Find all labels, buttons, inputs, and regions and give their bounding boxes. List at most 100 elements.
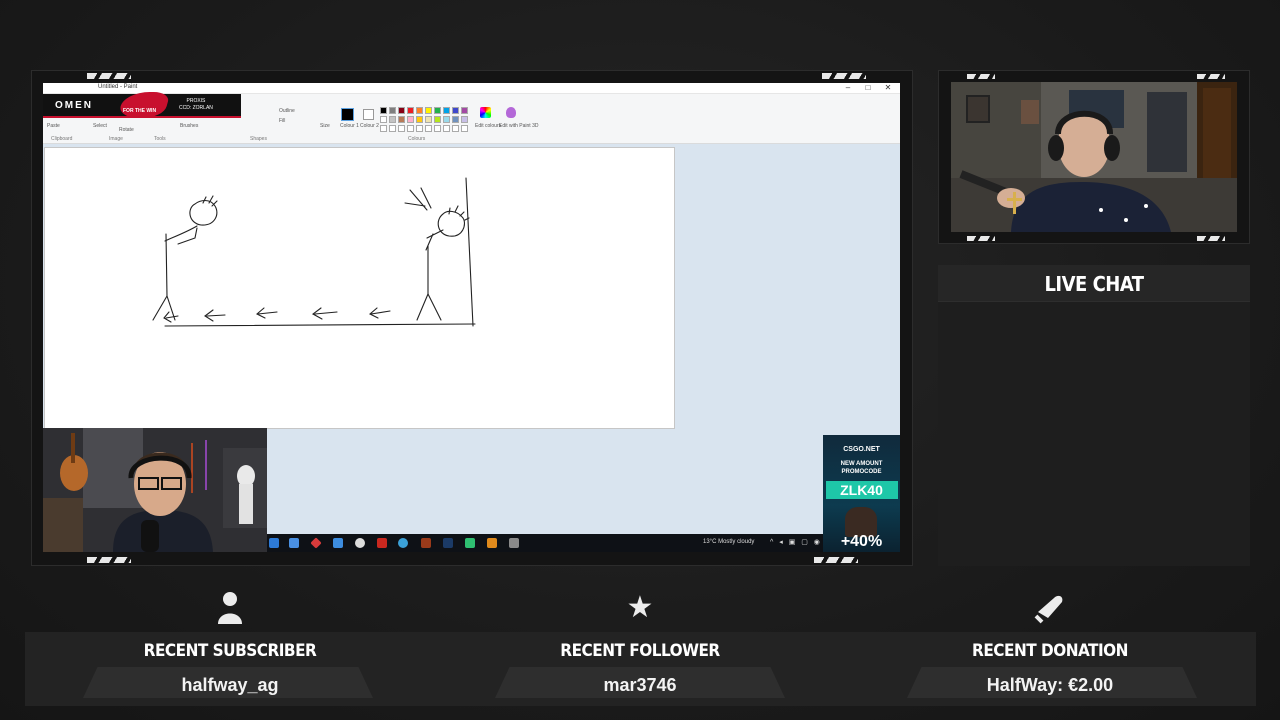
promo-percent: +40% [840,533,883,550]
fill-button[interactable]: Fill [279,118,285,124]
frame-decoration [1197,236,1225,241]
color-swatch[interactable] [452,116,459,123]
recent-follower-block: ★ RECENT FOLLOWER mar3746 [435,591,845,706]
edit-colours-icon[interactable] [480,107,491,118]
size-button[interactable]: Size [320,123,330,129]
app-icon[interactable] [487,538,497,548]
recent-events-bar: RECENT SUBSCRIBER halfway_ag ★ RECENT FO… [25,591,1256,706]
recent-donation-value: HalfWay: €2.00 [986,675,1114,695]
select-button[interactable]: Select [93,123,107,129]
color-swatch[interactable] [407,116,414,123]
edit-colours-button[interactable]: Edit colours [475,123,501,129]
paint-3d-button[interactable]: Edit with Paint 3D [499,123,538,129]
sponsor-tagline: FOR THE WIN [123,108,157,114]
maximize-icon[interactable]: □ [858,83,878,92]
paint-taskbar-icon[interactable] [509,538,519,548]
color-swatch[interactable] [425,107,432,114]
color-swatch[interactable] [434,116,441,123]
color-swatch[interactable] [380,116,387,123]
color-swatch[interactable] [416,125,423,132]
rotate-button[interactable]: Rotate [119,127,134,133]
promo-site: CSGO.NET [843,446,880,453]
brushes-button[interactable]: Brushes [180,123,198,129]
sponsor-bird-icon [117,92,171,118]
frame-decoration [814,557,858,563]
paste-button[interactable]: Paste [47,123,60,129]
color-swatch[interactable] [434,107,441,114]
steam-icon[interactable] [443,538,453,548]
frame-decoration [1197,74,1225,79]
file-explorer-icon[interactable] [269,538,279,548]
color-swatch[interactable] [398,116,405,123]
color-swatch[interactable] [416,107,423,114]
colour-2-swatch[interactable] [363,109,374,120]
app-icon[interactable] [465,538,475,548]
promo-text: NEW AMOUNT PROMOCODE [840,461,883,475]
live-chat-panel[interactable]: LIVE CHAT [938,265,1250,566]
color-swatch[interactable] [443,107,450,114]
color-swatch[interactable] [452,107,459,114]
ribbon-group-colours: Colours [408,136,426,142]
donation-icon [845,590,1255,632]
color-swatch[interactable] [389,116,396,123]
color-swatch[interactable] [380,107,387,114]
frame-decoration [87,557,131,563]
recent-donation-block: RECENT DONATION HalfWay: €2.00 [845,595,1255,706]
weather-status[interactable]: 13°C Mostly cloudy [703,539,754,545]
promo-banner[interactable]: CSGO.NET NEW AMOUNT PROMOCODE ZLK40 +40% [823,435,900,552]
recent-subscriber-name: halfway_ag [181,675,279,695]
colour-2-button[interactable]: Colour 2 [360,123,379,129]
frame-decoration [87,73,131,79]
sponsor-promo-code: CCD: ZORLAN [179,105,213,111]
obs-icon[interactable] [355,538,365,548]
color-swatch[interactable] [380,125,387,132]
app-icon[interactable] [421,538,431,548]
drawing-canvas[interactable] [44,147,675,429]
ribbon-group-shapes: Shapes [250,136,267,142]
screen-capture: Untitled - Paint – □ ✕ Paste Select Rota… [43,83,900,552]
paint-window-title: Untitled - Paint [98,84,138,90]
color-swatch[interactable] [461,125,468,132]
color-swatch[interactable] [443,125,450,132]
system-tray-icons[interactable]: ^ ◂ ▣ ▢ ◉ [770,538,822,546]
paint-3d-icon[interactable] [506,107,516,118]
color-swatch[interactable] [389,125,396,132]
color-swatch[interactable] [398,125,405,132]
color-swatch[interactable] [452,125,459,132]
color-swatch[interactable] [443,116,450,123]
star-icon: ★ [626,591,654,624]
outline-button[interactable]: Outline [279,108,295,114]
recent-donation-title: RECENT DONATION [972,641,1128,661]
app-icon[interactable] [398,538,408,548]
ribbon-group-tools: Tools [154,136,166,142]
color-swatch[interactable] [425,125,432,132]
color-swatch[interactable] [461,107,468,114]
color-swatch[interactable] [434,125,441,132]
recent-subscriber-title: RECENT SUBSCRIBER [143,641,317,661]
color-swatch[interactable] [425,116,432,123]
colour-1-swatch[interactable] [341,108,354,121]
recent-subscriber-block: RECENT SUBSCRIBER halfway_ag [25,592,435,706]
mail-icon[interactable] [289,538,299,548]
app-icon[interactable] [310,537,322,549]
color-swatch[interactable] [461,116,468,123]
sponsor-promo: PROXIS CCD: ZORLAN [179,98,213,112]
minimize-icon[interactable]: – [838,83,858,92]
recent-follower-name: mar3746 [603,675,677,695]
app-icon[interactable] [377,538,387,548]
close-icon[interactable]: ✕ [878,83,898,92]
color-swatch[interactable] [398,107,405,114]
user-icon-svg [218,592,242,624]
color-swatch[interactable] [389,107,396,114]
recent-follower-title: RECENT FOLLOWER [560,641,720,661]
ribbon-group-clipboard: Clipboard [51,136,73,142]
streamer-webcam [951,82,1237,232]
dropbox-icon[interactable] [333,538,343,548]
webcam-scene [951,82,1237,232]
user-icon [25,590,435,634]
color-swatch[interactable] [407,107,414,114]
colour-1-button[interactable]: Colour 1 [340,123,359,129]
color-swatch[interactable] [407,125,414,132]
frame-decoration [967,74,995,79]
color-swatch[interactable] [416,116,423,123]
